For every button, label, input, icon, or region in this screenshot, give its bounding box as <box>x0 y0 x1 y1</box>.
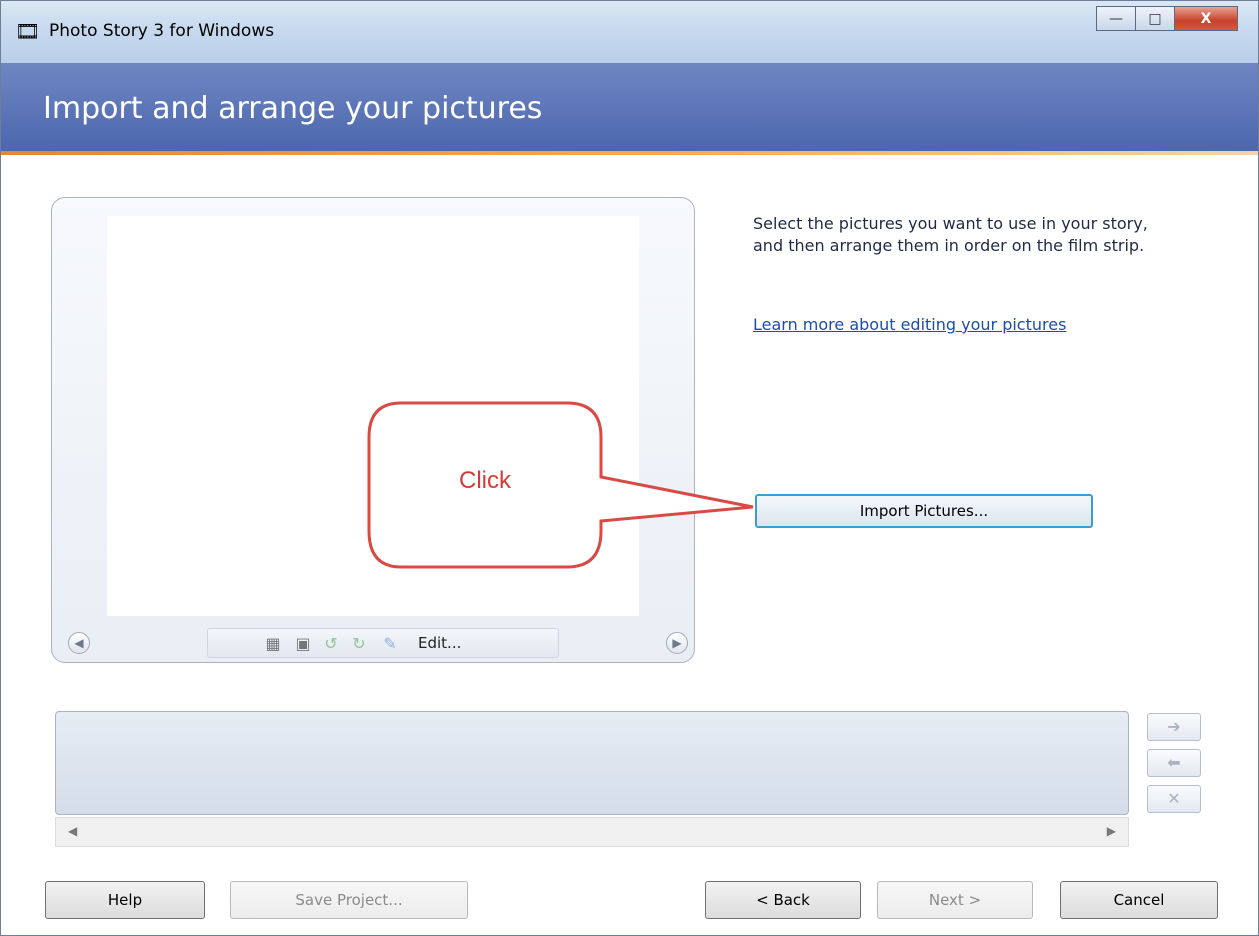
picture-edit-toolbar: ▦ ▣ ↺ ↻ ✎ Edit... <box>207 628 559 658</box>
previous-picture-button[interactable]: ◀ <box>68 632 90 654</box>
title-bar: 🎞 Photo Story 3 for Windows — □ X <box>1 1 1258 63</box>
edit-icon[interactable]: ✎ <box>380 634 400 654</box>
back-button[interactable]: < Back <box>705 881 861 919</box>
move-left-button[interactable]: ⬅ <box>1147 749 1201 777</box>
remove-picture-button[interactable]: ✕ <box>1147 785 1201 813</box>
rotate-left-icon[interactable]: ↺ <box>321 634 341 654</box>
learn-more-link[interactable]: Learn more about editing your pictures <box>753 315 1066 334</box>
import-pictures-button[interactable]: Import Pictures... <box>755 494 1093 528</box>
move-right-button[interactable]: ➔ <box>1147 713 1201 741</box>
page-title: Import and arrange your pictures <box>43 91 543 126</box>
page-header: Import and arrange your pictures <box>1 63 1258 151</box>
close-button[interactable]: X <box>1174 6 1238 31</box>
rotate-right-icon[interactable]: ↻ <box>349 634 369 654</box>
minimize-button[interactable]: — <box>1096 6 1136 31</box>
arrow-right-icon: ➔ <box>1167 717 1181 736</box>
next-picture-button[interactable]: ▶ <box>666 632 688 654</box>
main-content: ◀ ▦ ▣ ↺ ↻ ✎ Edit... ▶ Select the picture… <box>1 155 1258 935</box>
edit-button[interactable]: Edit... <box>418 634 461 652</box>
cancel-button[interactable]: Cancel <box>1060 881 1218 919</box>
callout-label: Click <box>459 467 511 494</box>
app-icon: 🎞 <box>15 19 41 43</box>
film-strip-scrollbar[interactable]: ◀ ▶ <box>55 817 1129 847</box>
auto-correct-icon[interactable]: ▦ <box>263 634 283 654</box>
save-project-button[interactable]: Save Project... <box>230 881 468 919</box>
instructions-text: Select the pictures you want to use in y… <box>753 214 1148 255</box>
callout-shape <box>367 401 754 569</box>
window-title: Photo Story 3 for Windows <box>49 21 275 41</box>
next-button[interactable]: Next > <box>877 881 1033 919</box>
scroll-left-icon[interactable]: ◀ <box>68 824 77 838</box>
maximize-button[interactable]: □ <box>1135 6 1175 31</box>
red-eye-icon[interactable]: ▣ <box>293 634 313 654</box>
window-controls: — □ X <box>1096 6 1238 31</box>
film-strip[interactable] <box>55 711 1129 815</box>
scroll-right-icon[interactable]: ▶ <box>1107 824 1116 838</box>
help-button[interactable]: Help <box>45 881 205 919</box>
app-window: 🎞 Photo Story 3 for Windows — □ X Import… <box>0 0 1259 936</box>
delete-icon: ✕ <box>1167 789 1181 808</box>
arrow-left-icon: ⬅ <box>1167 753 1181 772</box>
